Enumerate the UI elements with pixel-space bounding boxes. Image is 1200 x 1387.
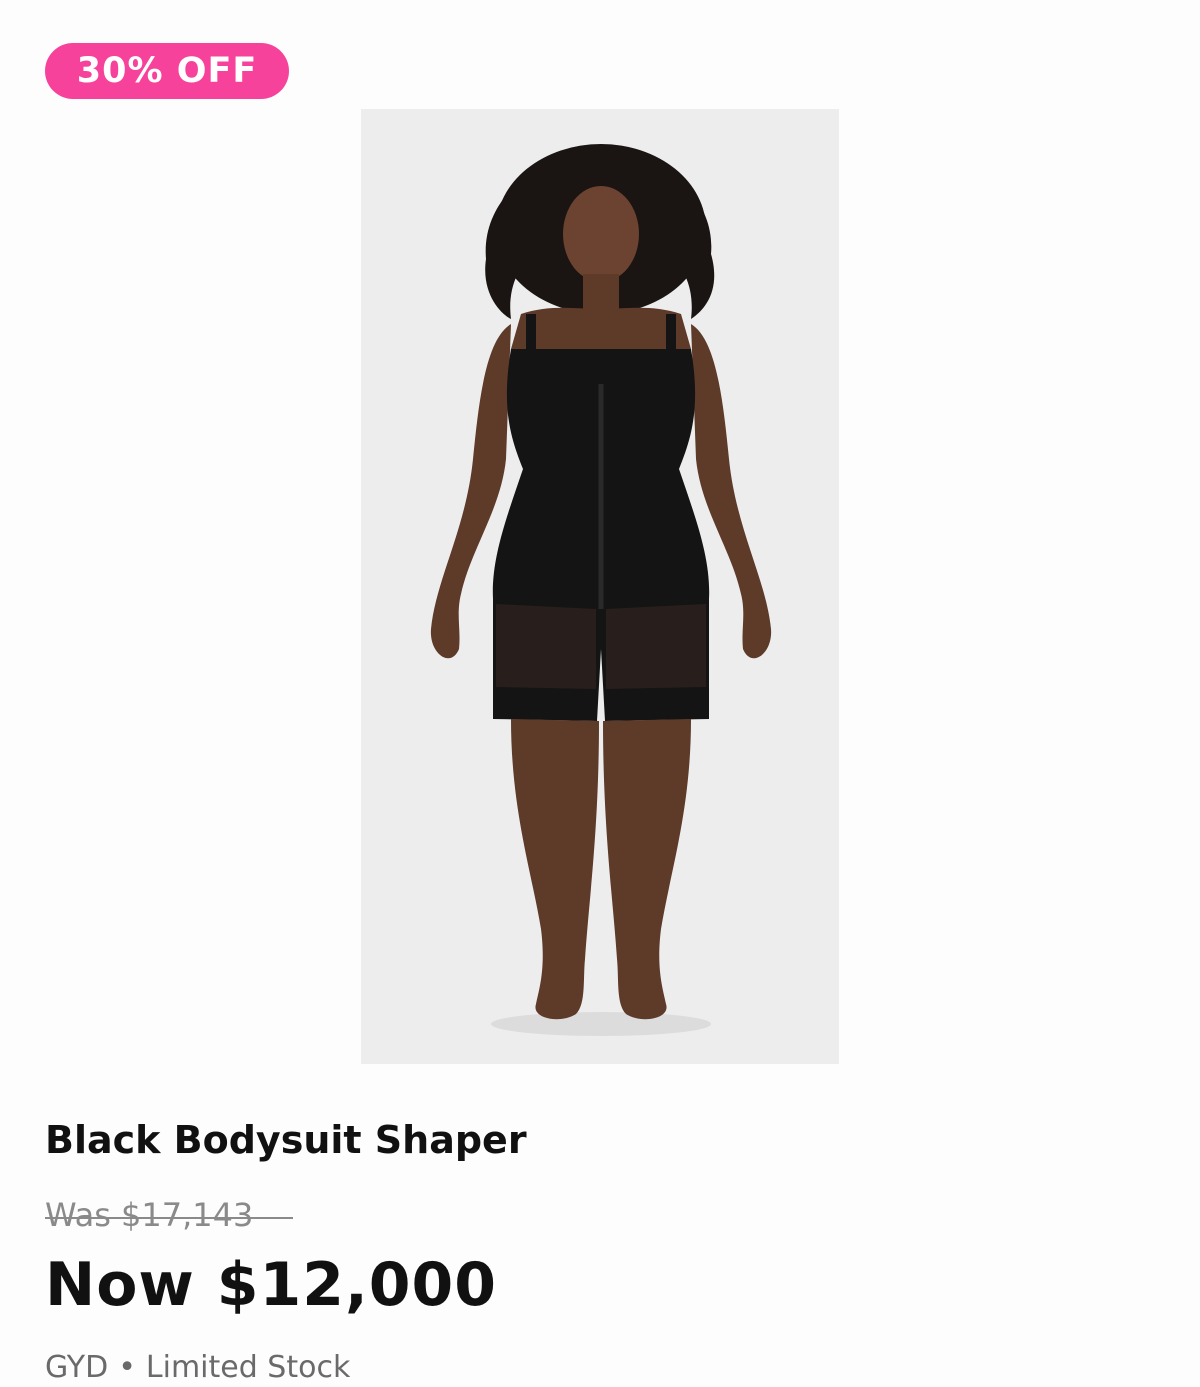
original-price-text: Was $17,143 <box>45 1196 254 1234</box>
sale-price: Now $12,000 <box>45 1250 498 1320</box>
product-title: Black Bodysuit Shaper <box>45 1118 527 1162</box>
stock-status: Limited Stock <box>145 1350 351 1385</box>
model-figure <box>361 109 839 1064</box>
original-price: Was $17,143 <box>45 1196 294 1234</box>
product-image[interactable] <box>361 109 839 1064</box>
currency-label: GYD <box>45 1350 109 1385</box>
product-card[interactable]: 30% OFF Black Bodysuit Shaper Was $17,14… <box>0 0 1200 1387</box>
strikethrough-line <box>45 1217 294 1219</box>
discount-badge: 30% OFF <box>45 43 289 99</box>
product-meta: GYD • Limited Stock <box>45 1350 350 1385</box>
separator-dot: • <box>118 1350 136 1385</box>
